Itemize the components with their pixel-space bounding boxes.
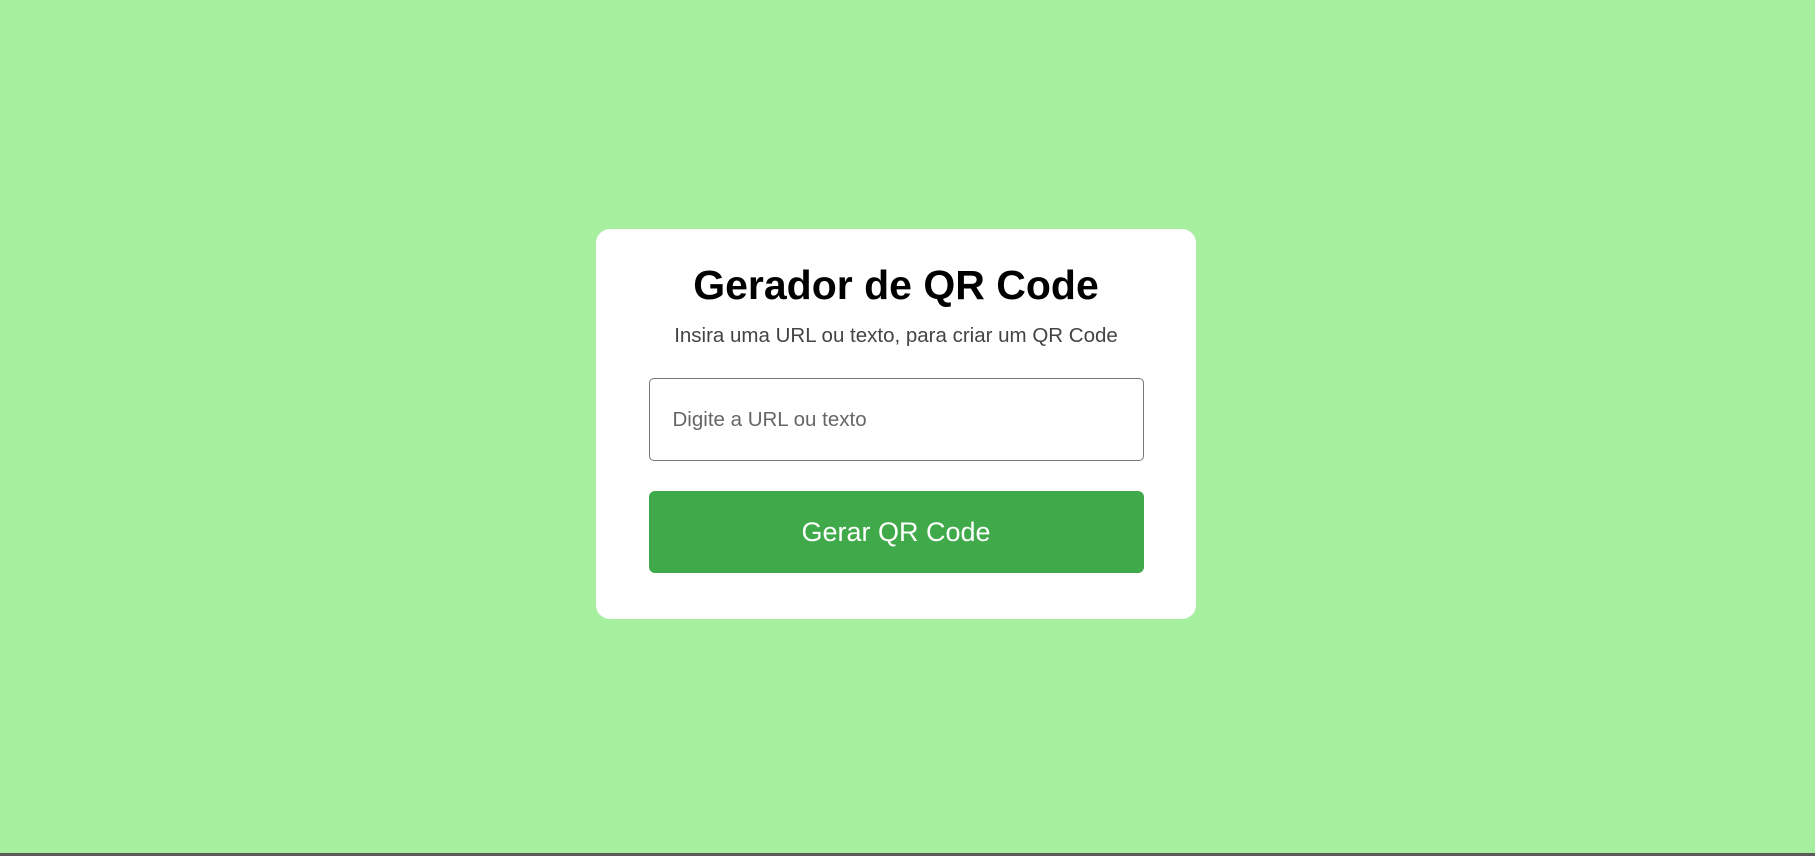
- page-title: Gerador de QR Code: [693, 262, 1099, 308]
- url-text-input[interactable]: [648, 378, 1144, 461]
- page-subtitle: Insira uma URL ou texto, para criar um Q…: [674, 324, 1118, 347]
- generate-qr-button[interactable]: Gerar QR Code: [648, 491, 1144, 573]
- qr-generator-card: Gerador de QR Code Insira uma URL ou tex…: [596, 229, 1196, 619]
